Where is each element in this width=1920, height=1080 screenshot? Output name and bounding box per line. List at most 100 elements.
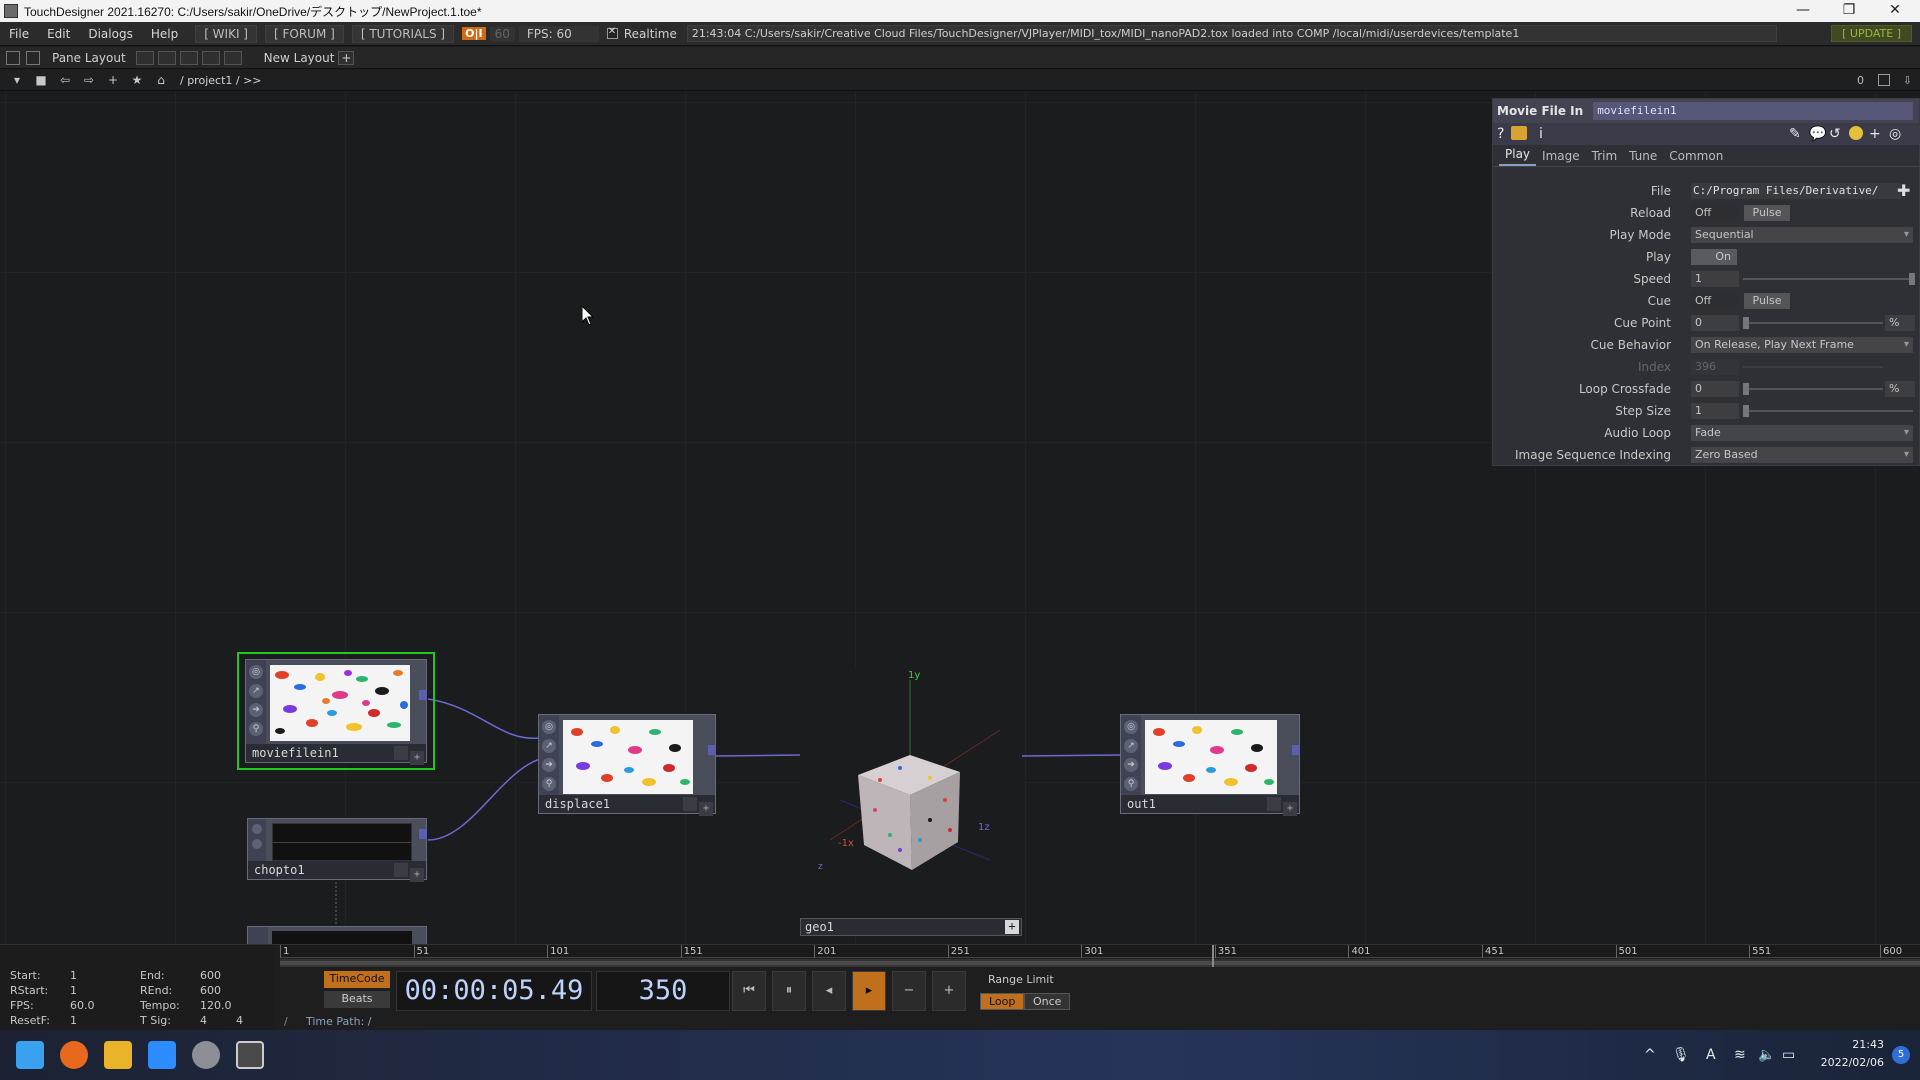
add-icon[interactable]: +	[106, 73, 120, 87]
reset-icon[interactable]: ↺	[1829, 126, 1841, 142]
bypass-flag-icon[interactable]: ↗	[542, 739, 556, 753]
cue-behavior-dropdown[interactable]: On Release, Play Next Frame	[1691, 337, 1913, 353]
node-out1[interactable]: ◎ ↗ ➔ ⚲ out1 +	[1120, 714, 1300, 816]
cue-point-unit[interactable]: %	[1885, 315, 1915, 331]
op-name-field[interactable]: moviefilein1	[1593, 102, 1914, 120]
resetf-value[interactable]: 1	[70, 1014, 77, 1027]
rewind-button[interactable]: ⏮	[732, 971, 766, 1011]
comment-icon[interactable]: 💬	[1809, 126, 1826, 142]
frame-display[interactable]: 350	[596, 971, 730, 1011]
step-size-slider[interactable]	[1743, 410, 1913, 412]
tray-chevron-icon[interactable]: ^	[1644, 1030, 1656, 1080]
tutorials-link[interactable]: [ TUTORIALS ]	[351, 24, 455, 43]
info-icon[interactable]: i	[1539, 126, 1543, 142]
rstart-value[interactable]: 1	[70, 984, 77, 997]
bookmark-star-icon[interactable]: ★	[130, 73, 144, 87]
cue-toggle[interactable]: Off	[1691, 293, 1737, 309]
node-add-icon[interactable]: +	[410, 868, 424, 882]
perform-mode-button[interactable]: O|I	[462, 27, 486, 40]
notification-badge[interactable]: 5	[1892, 1046, 1910, 1064]
viewer-flag-icon[interactable]: ◎	[542, 720, 556, 734]
node-menu-icon[interactable]	[683, 797, 697, 811]
output-connector[interactable]	[419, 829, 427, 839]
step-size-slider-handle[interactable]	[1743, 405, 1749, 417]
wiki-link[interactable]: [ WIKI ]	[195, 24, 257, 43]
reload-pulse-button[interactable]: Pulse	[1744, 205, 1790, 221]
firefox-icon[interactable]	[60, 1041, 88, 1069]
play-mode-dropdown[interactable]: Sequential	[1691, 227, 1913, 243]
step-plus-button[interactable]: +	[932, 971, 966, 1011]
fps-value[interactable]: 60.0	[70, 999, 95, 1012]
lock-flag-icon[interactable]: ⚲	[1124, 777, 1138, 791]
image-seq-dropdown[interactable]: Zero Based	[1691, 447, 1913, 463]
menu-file[interactable]: File	[0, 27, 38, 41]
edit-pencil-icon[interactable]: ✎	[1789, 126, 1801, 142]
tempo-value[interactable]: 120.0	[200, 999, 232, 1012]
pane-pin-icon[interactable]	[26, 50, 40, 65]
play-toggle[interactable]: On	[1691, 249, 1737, 265]
node-name[interactable]: geo1	[805, 920, 834, 934]
cue-pulse-button[interactable]: Pulse	[1744, 293, 1790, 309]
cue-point-slider[interactable]	[1743, 322, 1883, 324]
timecode-display[interactable]: 00:00:05.49	[396, 971, 592, 1011]
clock-time[interactable]: 21:43	[1812, 1038, 1884, 1051]
timecode-mode-button[interactable]: TimeCode	[324, 971, 390, 988]
node-menu-icon[interactable]	[1267, 797, 1281, 811]
pane-icon[interactable]	[6, 50, 20, 65]
minimize-button[interactable]: —	[1780, 0, 1826, 22]
menu-edit[interactable]: Edit	[38, 27, 79, 41]
network-path[interactable]: / project1 / >>	[180, 74, 262, 87]
cook-flag-icon[interactable]: ➔	[542, 758, 556, 772]
output-connector[interactable]	[1292, 745, 1300, 755]
target-icon[interactable]: ◎	[1889, 126, 1901, 142]
reload-toggle[interactable]: Off	[1691, 205, 1737, 221]
output-connector[interactable]	[708, 745, 716, 755]
node-chopto1[interactable]: chopto1 +	[247, 818, 427, 882]
node-name[interactable]: chopto1	[254, 863, 305, 877]
viewer-flag-icon[interactable]: ◎	[249, 665, 263, 679]
tsig-b[interactable]: 4	[236, 1014, 243, 1027]
viewer-flag-icon[interactable]	[252, 824, 262, 834]
forward-icon[interactable]: ⇨	[82, 73, 96, 87]
speed-slider[interactable]	[1743, 278, 1913, 280]
tab-image[interactable]: Image	[1536, 149, 1586, 166]
layout-three-icon[interactable]	[201, 50, 220, 65]
loop-button[interactable]: Loop	[980, 993, 1025, 1010]
help-icon[interactable]: ?	[1497, 126, 1504, 142]
node-name[interactable]: displace1	[545, 797, 610, 811]
tab-trim[interactable]: Trim	[1586, 149, 1624, 166]
close-button[interactable]: ✕	[1872, 0, 1918, 22]
dropdown-icon[interactable]: ▾	[10, 73, 24, 87]
tsig-a[interactable]: 4	[200, 1014, 207, 1027]
windows-start-icon[interactable]	[16, 1041, 44, 1069]
node-add-icon[interactable]: +	[410, 751, 424, 765]
bypass-flag-icon[interactable]: ↗	[1124, 739, 1138, 753]
touchdesigner-taskbar-icon[interactable]	[236, 1041, 264, 1069]
viewer-flag-icon[interactable]: ◎	[1124, 720, 1138, 734]
node-add-icon[interactable]: +	[1283, 802, 1297, 816]
ime-indicator[interactable]: A	[1706, 1030, 1716, 1080]
play-button[interactable]: ▸	[852, 971, 886, 1011]
start-value[interactable]: 1	[70, 969, 77, 982]
pane-menu-icon[interactable]: ⇩	[1903, 74, 1912, 87]
once-button[interactable]: Once	[1024, 993, 1071, 1010]
cue-point-slider-handle[interactable]	[1743, 317, 1749, 329]
step-back-button[interactable]: ◂	[812, 971, 846, 1011]
wifi-icon[interactable]: ≋	[1734, 1030, 1746, 1080]
layout-four-icon[interactable]	[223, 50, 242, 65]
node-geo1[interactable]: 1y -1x 1z z geo1 +	[800, 670, 1022, 936]
tab-tune[interactable]: Tune	[1623, 149, 1663, 166]
cook-flag-icon[interactable]: ➔	[1124, 758, 1138, 772]
tab-play[interactable]: Play	[1499, 147, 1537, 166]
maximize-button[interactable]: ❐	[1826, 0, 1872, 22]
loop-crossfade-field[interactable]: 0	[1691, 381, 1739, 397]
file-path-field[interactable]: C:/Program Files/Derivative/	[1691, 183, 1901, 199]
node-displace1[interactable]: ◎ ↗ ➔ ⚲ displace1 +	[538, 714, 716, 816]
stop-icon[interactable]: ■	[34, 73, 48, 87]
menu-help[interactable]: Help	[142, 27, 187, 41]
microphone-icon[interactable]: 🎙	[1672, 1030, 1690, 1080]
beats-mode-button[interactable]: Beats	[324, 991, 390, 1008]
update-button[interactable]: [ UPDATE ]	[1831, 25, 1912, 42]
maximize-pane-icon[interactable]	[1878, 74, 1890, 86]
node-moviefilein1[interactable]: ◎ ↗ ➔ ⚲ moviefilein1 +	[245, 659, 427, 765]
